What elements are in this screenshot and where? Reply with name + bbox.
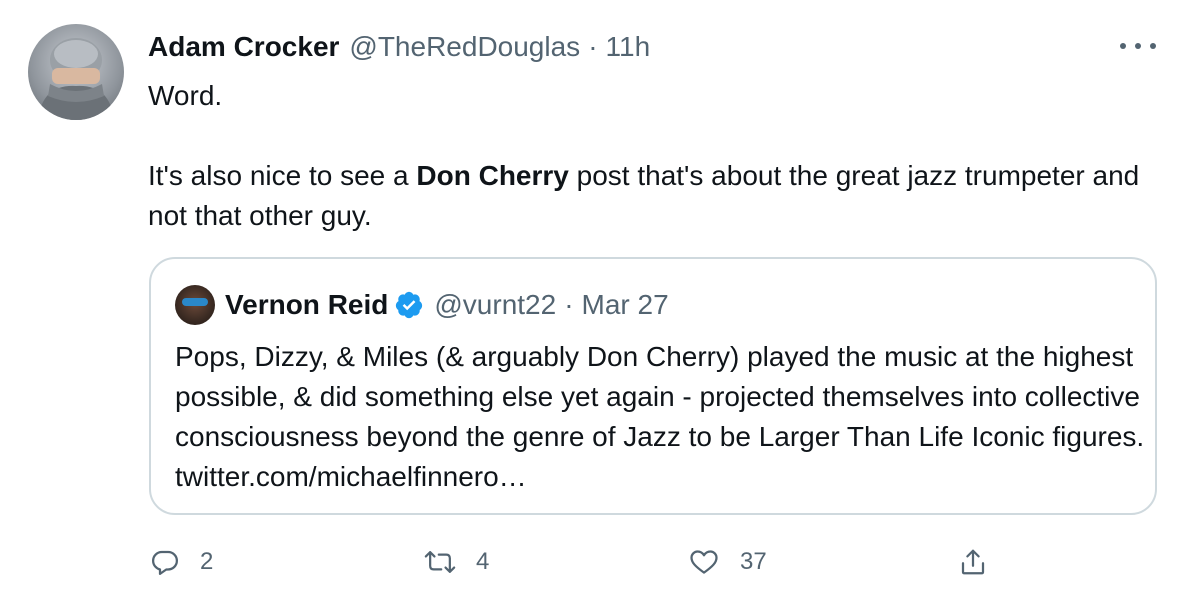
tweet-card[interactable]: Adam Crocker @TheRedDouglas · 11h Word. …	[0, 0, 1190, 606]
author-name[interactable]: Adam Crocker	[148, 31, 339, 63]
author-avatar[interactable]	[28, 24, 124, 120]
tweet-text-line1: Word.	[148, 80, 223, 111]
tweet-timestamp[interactable]: 11h	[606, 31, 651, 63]
tweet-actions: 2 4 37	[150, 540, 1010, 584]
author-handle[interactable]: @TheRedDouglas	[349, 31, 580, 63]
like-icon	[690, 550, 718, 574]
quoted-author-name[interactable]: Vernon Reid	[225, 289, 388, 321]
reply-icon	[152, 550, 178, 575]
share-button[interactable]	[958, 540, 988, 584]
like-count: 37	[740, 548, 767, 575]
quoted-author-avatar[interactable]	[175, 285, 215, 325]
tweet-text-segment: It's also nice to see a	[148, 160, 417, 191]
retweet-icon	[424, 551, 456, 573]
tweet-text-paragraph2: It's also nice to see a Don Cherry post …	[148, 156, 1148, 236]
like-button[interactable]: 37	[688, 540, 767, 584]
header-separator: ·	[588, 31, 598, 62]
tweet-text: Word. It's also nice to see a Don Cherry…	[148, 76, 1148, 236]
tweet-header: Adam Crocker @TheRedDouglas · 11h	[148, 28, 650, 66]
quoted-timestamp[interactable]: Mar 27	[582, 289, 669, 321]
quoted-tweet[interactable]: Vernon Reid @vurnt22 · Mar 27 Pops, Dizz…	[149, 257, 1157, 515]
quoted-author-handle[interactable]: @vurnt22	[434, 289, 556, 321]
reply-button[interactable]: 2	[150, 540, 213, 584]
share-icon	[961, 549, 985, 575]
more-icon[interactable]	[1120, 34, 1156, 58]
quoted-tweet-text: Pops, Dizzy, & Miles (& arguably Don Che…	[175, 341, 1145, 492]
retweet-count: 4	[476, 548, 490, 575]
retweet-button[interactable]: 4	[424, 540, 489, 584]
quoted-tweet-header: Vernon Reid @vurnt22 · Mar 27	[175, 285, 669, 325]
tweet-text-bold: Don Cherry	[416, 160, 569, 191]
avatar-photo	[38, 38, 114, 120]
quoted-header-separator: ·	[564, 289, 574, 320]
reply-count: 2	[200, 548, 214, 575]
verified-icon	[396, 291, 423, 319]
